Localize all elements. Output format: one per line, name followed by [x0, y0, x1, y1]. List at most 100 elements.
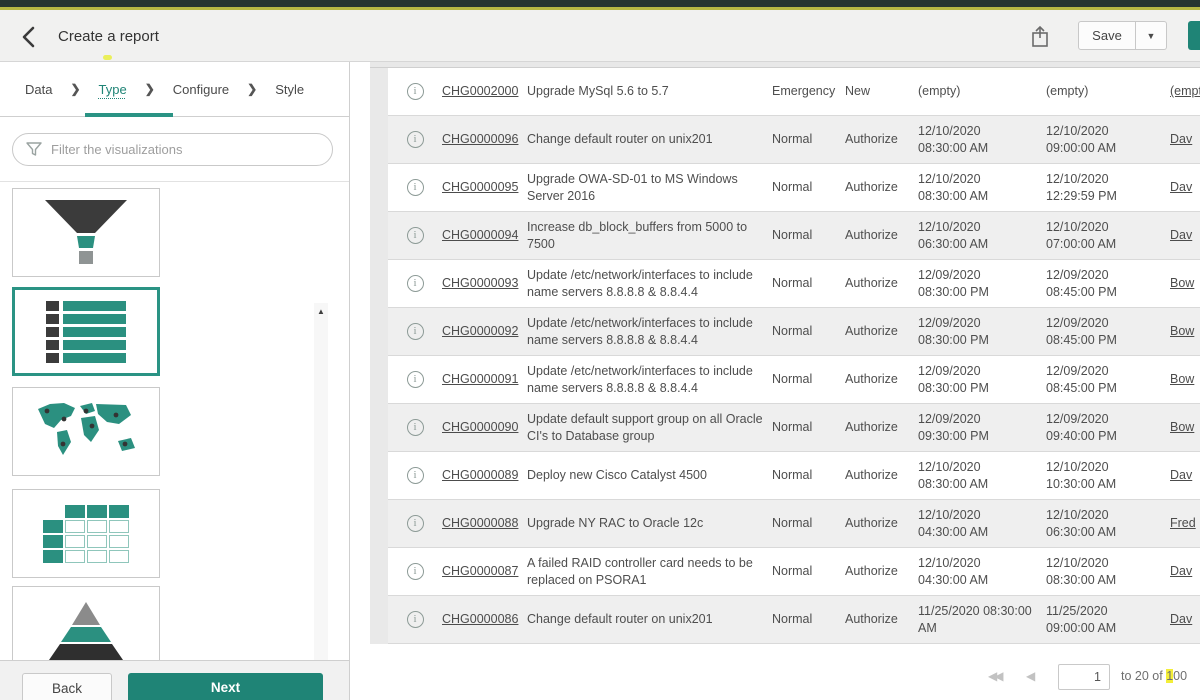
step-data[interactable]: Data [25, 82, 52, 97]
change-number-link[interactable]: CHG0000096 [442, 131, 527, 148]
assignee-link[interactable]: Bow [1170, 419, 1200, 436]
visualization-filter [12, 133, 333, 166]
start-date-value: 12/10/2020 08:30:00 AM [918, 171, 1046, 204]
end-date-value: 12/09/2020 08:45:00 PM [1046, 267, 1170, 300]
assignee-link[interactable]: Dav [1170, 563, 1200, 580]
top-banner-strip [0, 0, 1200, 7]
table-row: i CHG0000088 Upgrade NY RAC to Oracle 12… [388, 500, 1200, 548]
info-icon[interactable]: i [407, 131, 424, 148]
assignee-link[interactable]: Dav [1170, 131, 1200, 148]
wizard-footer: Back Next [0, 660, 349, 700]
table-row: i CHG0000086 Change default router on un… [388, 596, 1200, 644]
assignee-link[interactable]: Bow [1170, 323, 1200, 340]
change-number-link[interactable]: CHG0000091 [442, 371, 527, 388]
end-date-value: (empty) [1046, 83, 1170, 100]
assignee-link[interactable]: Dav [1170, 179, 1200, 196]
info-icon[interactable]: i [407, 563, 424, 580]
info-icon[interactable]: i [407, 83, 424, 100]
change-number-link[interactable]: CHG0000090 [442, 419, 527, 436]
short-description: Change default router on unix201 [527, 611, 772, 628]
table-row: i CHG0002000 Upgrade MySql 5.6 to 5.7 Em… [388, 68, 1200, 116]
table-row: i CHG0000092 Update /etc/network/interfa… [388, 308, 1200, 356]
priority-value: Normal [772, 131, 845, 148]
table-row: i CHG0000091 Update /etc/network/interfa… [388, 356, 1200, 404]
assignee-link[interactable]: Fred [1170, 515, 1200, 532]
step-configure[interactable]: Configure [173, 82, 229, 97]
heatmap-table-icon [43, 505, 129, 563]
table-row: i CHG0000094 Increase db_block_buffers f… [388, 212, 1200, 260]
start-date-value: 12/09/2020 08:30:00 PM [918, 267, 1046, 300]
wizard-breadcrumb: Data ❯ Type ❯ Configure ❯ Style [0, 62, 349, 117]
change-number-link[interactable]: CHG0000087 [442, 563, 527, 580]
table-body: i CHG0002000 Upgrade MySql 5.6 to 5.7 Em… [388, 68, 1200, 644]
priority-value: Normal [772, 323, 845, 340]
assignee-link[interactable]: Dav [1170, 227, 1200, 244]
previous-page-icon[interactable]: ◀ [1026, 669, 1035, 683]
first-page-icon[interactable]: ◀◀ [988, 669, 1000, 683]
end-date-value: 12/10/2020 12:29:59 PM [1046, 171, 1170, 204]
end-date-value: 12/10/2020 10:30:00 AM [1046, 459, 1170, 492]
info-icon[interactable]: i [407, 419, 424, 436]
assignee-link[interactable]: Bow [1170, 275, 1200, 292]
end-date-value: 12/09/2020 08:45:00 PM [1046, 315, 1170, 348]
change-number-link[interactable]: CHG0000095 [442, 179, 527, 196]
highlight-artifact [103, 55, 112, 60]
short-description: Update /etc/network/interfaces to includ… [527, 315, 772, 348]
info-icon[interactable]: i [407, 323, 424, 340]
table-row: i CHG0000096 Change default router on un… [388, 116, 1200, 164]
step-style[interactable]: Style [275, 82, 304, 97]
start-date-value: 12/10/2020 06:30:00 AM [918, 219, 1046, 252]
start-date-value: 12/10/2020 08:30:00 AM [918, 459, 1046, 492]
change-number-link[interactable]: CHG0000093 [442, 275, 527, 292]
short-description: Update /etc/network/interfaces to includ… [527, 363, 772, 396]
funnel-chart-icon [36, 198, 136, 268]
chevron-right-icon: ❯ [247, 82, 257, 96]
assignee-link[interactable]: (empty) [1170, 83, 1200, 100]
assignee-link[interactable]: Dav [1170, 611, 1200, 628]
next-button[interactable]: Next [128, 673, 323, 700]
table-row: i CHG0000095 Upgrade OWA-SD-01 to MS Win… [388, 164, 1200, 212]
change-number-link[interactable]: CHG0000094 [442, 227, 527, 244]
viz-funnel-chart[interactable] [12, 188, 160, 277]
change-number-link[interactable]: CHG0000086 [442, 611, 527, 628]
world-map-icon [30, 399, 142, 465]
page-number-input[interactable] [1058, 664, 1110, 690]
info-icon[interactable]: i [407, 275, 424, 292]
info-icon[interactable]: i [407, 371, 424, 388]
viz-list-scrollbar: ▲ ▼ [314, 303, 328, 660]
step-type[interactable]: Type [99, 82, 127, 97]
viz-heatmap-table[interactable] [12, 489, 160, 578]
share-icon[interactable] [1028, 24, 1052, 50]
cutoff-primary-button[interactable] [1188, 21, 1200, 50]
priority-value: Emergency [772, 83, 845, 100]
filter-funnel-icon [26, 142, 42, 157]
info-icon[interactable]: i [407, 227, 424, 244]
viz-bar-list[interactable] [12, 287, 160, 376]
filter-input[interactable] [51, 142, 332, 157]
assignee-link[interactable]: Bow [1170, 371, 1200, 388]
save-button[interactable]: Save [1078, 21, 1136, 50]
back-chevron-icon[interactable] [18, 25, 44, 49]
assignee-link[interactable]: Dav [1170, 467, 1200, 484]
info-icon[interactable]: i [407, 179, 424, 196]
pagination-bar: ◀◀ ◀ to 20 of 100 [351, 657, 1200, 700]
info-icon[interactable]: i [407, 611, 424, 628]
create-report-window: Create a report Save ▼ Data ❯ Type ❯ Con… [0, 0, 1200, 700]
info-icon[interactable]: i [407, 467, 424, 484]
viz-pyramid[interactable] [12, 586, 160, 660]
end-date-value: 12/09/2020 09:40:00 PM [1046, 411, 1170, 444]
state-value: Authorize [845, 563, 918, 580]
change-number-link[interactable]: CHG0000088 [442, 515, 527, 532]
info-icon[interactable]: i [407, 515, 424, 532]
save-dropdown-caret-icon[interactable]: ▼ [1136, 21, 1167, 50]
change-number-link[interactable]: CHG0000092 [442, 323, 527, 340]
start-date-value: 12/10/2020 04:30:00 AM [918, 507, 1046, 540]
priority-value: Normal [772, 515, 845, 532]
change-number-link[interactable]: CHG0000089 [442, 467, 527, 484]
end-date-value: 12/10/2020 09:00:00 AM [1046, 123, 1170, 156]
back-button[interactable]: Back [22, 673, 112, 700]
change-number-link[interactable]: CHG0002000 [442, 83, 527, 100]
short-description: Update default support group on all Orac… [527, 411, 772, 444]
scroll-up-icon[interactable]: ▲ [314, 305, 328, 319]
viz-world-map[interactable] [12, 387, 160, 476]
